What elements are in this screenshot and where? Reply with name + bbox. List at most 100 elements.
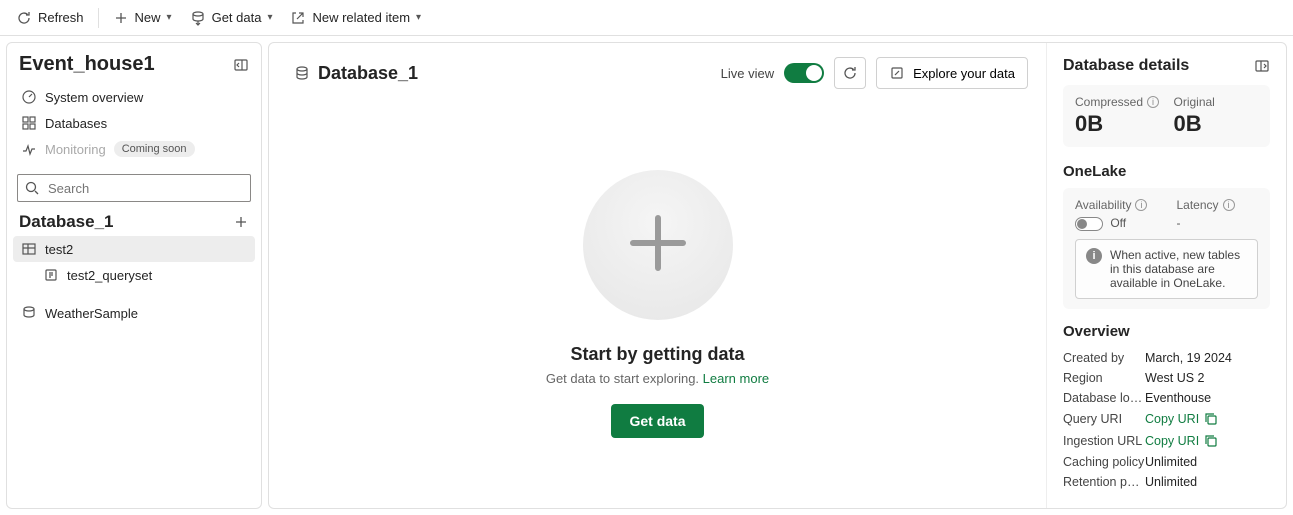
row-key: Database locati... xyxy=(1063,391,1145,405)
queryset-icon xyxy=(43,267,59,283)
plus-large-icon xyxy=(623,208,693,281)
tree-label: test2 xyxy=(45,242,73,257)
sidebar-database-name[interactable]: Database_1 xyxy=(19,212,114,232)
info-icon[interactable]: i xyxy=(1135,199,1147,211)
copy-icon xyxy=(1203,433,1219,449)
get-data-button[interactable]: Get data ▾ xyxy=(182,4,281,32)
empty-subtitle: Get data to start exploring. Learn more xyxy=(546,371,769,386)
row-value: Unlimited xyxy=(1145,455,1270,469)
plus-icon xyxy=(113,10,129,26)
details-title: Database details xyxy=(1063,57,1189,75)
monitor-icon xyxy=(21,141,37,157)
chevron-down-icon: ▾ xyxy=(267,12,272,23)
copy-query-uri[interactable]: Copy URI xyxy=(1145,411,1270,427)
overview-row: Caching policy Unlimited xyxy=(1063,452,1270,472)
top-toolbar: Refresh New ▾ Get data ▾ New related ite… xyxy=(0,0,1293,36)
details-pane: Database details Compressed i 0B Origina… xyxy=(1046,43,1286,508)
expand-icon[interactable] xyxy=(1254,58,1270,74)
eventhouse-title: Event_house1 xyxy=(19,53,155,76)
row-key: Query URI xyxy=(1063,412,1145,426)
row-key: Ingestion URL xyxy=(1063,434,1145,448)
add-table-icon[interactable] xyxy=(233,214,249,230)
sidebar: Event_house1 System overview Databases xyxy=(6,42,262,509)
open-link-icon xyxy=(290,10,306,26)
learn-more-link[interactable]: Learn more xyxy=(703,371,769,386)
row-key: Retention policy xyxy=(1063,475,1145,489)
nav-monitoring: Monitoring Coming soon xyxy=(13,136,255,162)
tree-item-queryset[interactable]: test2_queryset xyxy=(13,262,255,288)
nav-label: Monitoring xyxy=(45,142,106,157)
search-icon xyxy=(24,180,40,196)
tree-item-table[interactable]: WeatherSample xyxy=(13,300,255,326)
info-icon[interactable]: i xyxy=(1147,96,1159,108)
original-label: Original xyxy=(1174,95,1259,109)
availability-toggle[interactable] xyxy=(1075,217,1103,231)
refresh-icon xyxy=(842,65,858,81)
refresh-button[interactable]: Refresh xyxy=(8,4,92,32)
toolbar-separator xyxy=(98,8,99,28)
database-title: Database_1 xyxy=(318,63,418,84)
info-icon[interactable]: i xyxy=(1223,199,1235,211)
overview-row: Retention policy Unlimited xyxy=(1063,472,1270,492)
latency-value: - xyxy=(1177,216,1259,230)
overview-list: Created by March, 19 2024 Region West US… xyxy=(1063,348,1270,492)
chevron-down-icon: ▾ xyxy=(167,12,172,23)
tree-item-table[interactable]: test2 xyxy=(13,236,255,262)
availability-value[interactable]: Off xyxy=(1075,216,1157,231)
coming-soon-badge: Coming soon xyxy=(114,141,195,157)
info-icon: i xyxy=(1086,248,1102,264)
search-input-wrap[interactable] xyxy=(17,174,251,202)
row-value: West US 2 xyxy=(1145,371,1270,385)
copy-icon xyxy=(1203,411,1219,427)
refresh-icon xyxy=(16,10,32,26)
new-related-button[interactable]: New related item ▾ xyxy=(282,4,429,32)
size-stats: Compressed i 0B Original 0B xyxy=(1063,85,1270,147)
gauge-icon xyxy=(21,89,37,105)
row-value: March, 19 2024 xyxy=(1145,351,1270,365)
grid-icon xyxy=(21,115,37,131)
overview-row: Region West US 2 xyxy=(1063,368,1270,388)
live-view-label: Live view xyxy=(721,66,774,81)
tree-label: test2_queryset xyxy=(67,268,152,283)
compressed-value: 0B xyxy=(1075,111,1160,137)
empty-sub-text: Get data to start exploring. xyxy=(546,371,703,386)
onelake-note-text: When active, new tables in this database… xyxy=(1110,248,1247,290)
onelake-note: i When active, new tables in this databa… xyxy=(1075,239,1258,299)
original-value: 0B xyxy=(1174,111,1259,137)
compass-icon xyxy=(889,65,905,81)
explore-button[interactable]: Explore your data xyxy=(876,57,1028,89)
collapse-icon[interactable] xyxy=(233,57,249,73)
live-view-toggle[interactable] xyxy=(784,63,824,83)
nav-system-overview[interactable]: System overview xyxy=(13,84,255,110)
refresh-center-button[interactable] xyxy=(834,57,866,89)
latency-label: Latency i xyxy=(1177,198,1259,212)
row-key: Region xyxy=(1063,371,1145,385)
database-title-wrap[interactable]: Database_1 xyxy=(287,60,425,87)
explore-label: Explore your data xyxy=(913,66,1015,81)
overview-row: Database locati... Eventhouse xyxy=(1063,388,1270,408)
get-data-primary-button[interactable]: Get data xyxy=(611,404,703,438)
onelake-box: Availability i Off Latency i - xyxy=(1063,188,1270,309)
get-data-label: Get data xyxy=(212,10,262,25)
compressed-label: Compressed i xyxy=(1075,95,1160,109)
row-key: Caching policy xyxy=(1063,455,1145,469)
refresh-label: Refresh xyxy=(38,10,84,25)
overview-title: Overview xyxy=(1063,323,1270,340)
overview-row: Query URI Copy URI xyxy=(1063,408,1270,430)
nav-label: System overview xyxy=(45,90,143,105)
database-icon xyxy=(294,65,310,81)
new-related-label: New related item xyxy=(312,10,410,25)
search-input[interactable] xyxy=(46,180,244,197)
row-key: Created by xyxy=(1063,351,1145,365)
nav-databases[interactable]: Databases xyxy=(13,110,255,136)
database-import-icon xyxy=(190,10,206,26)
empty-title: Start by getting data xyxy=(570,344,744,365)
overview-row: Created by March, 19 2024 xyxy=(1063,348,1270,368)
new-label: New xyxy=(135,10,161,25)
weather-icon xyxy=(21,305,37,321)
empty-illustration xyxy=(583,170,733,320)
new-button[interactable]: New ▾ xyxy=(105,4,180,32)
row-value: Eventhouse xyxy=(1145,391,1270,405)
copy-ingestion-url[interactable]: Copy URI xyxy=(1145,433,1270,449)
overview-row: Ingestion URL Copy URI xyxy=(1063,430,1270,452)
